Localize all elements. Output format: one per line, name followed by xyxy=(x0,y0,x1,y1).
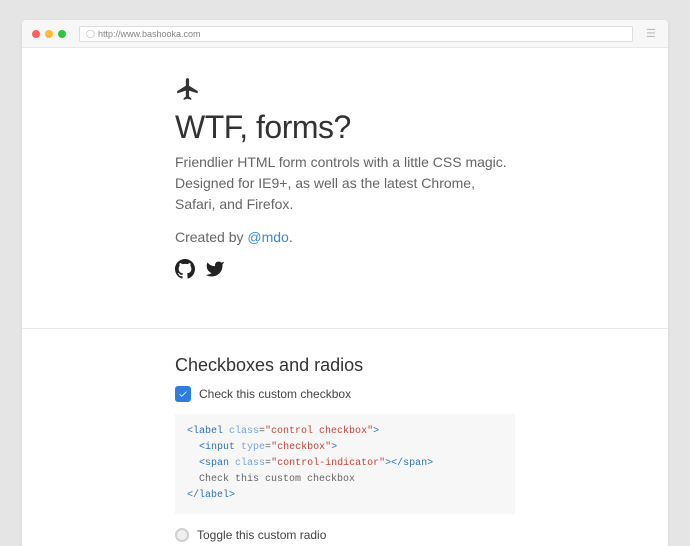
page-content: WTF, forms? Friendlier HTML form control… xyxy=(22,48,668,546)
created-by: Created by @mdo. xyxy=(175,229,515,245)
globe-icon: ◯ xyxy=(86,29,95,38)
section-heading: Checkboxes and radios xyxy=(175,355,515,376)
code-snippet: <label class="control checkbox"> <input … xyxy=(175,414,515,514)
author-link[interactable]: @mdo xyxy=(247,229,288,245)
radio-indicator xyxy=(175,528,189,542)
custom-radio[interactable]: Toggle this custom radio xyxy=(175,528,515,542)
traffic-lights xyxy=(32,30,66,38)
browser-frame: ◯ http://www.bashooka.com ☰ WTF, forms? … xyxy=(22,20,668,546)
checkbox-label: Check this custom checkbox xyxy=(199,387,351,401)
page-lead: Friendlier HTML form controls with a lit… xyxy=(175,152,515,215)
page-title: WTF, forms? xyxy=(175,109,515,146)
close-window-icon[interactable] xyxy=(32,30,40,38)
address-bar[interactable]: ◯ http://www.bashooka.com xyxy=(79,26,633,42)
minimize-window-icon[interactable] xyxy=(45,30,53,38)
twitter-icon[interactable] xyxy=(205,259,225,284)
radio-label: Toggle this custom radio xyxy=(197,528,326,542)
menu-icon[interactable]: ☰ xyxy=(646,27,658,40)
checkbox-indicator xyxy=(175,386,191,402)
social-links xyxy=(175,259,515,284)
custom-checkbox[interactable]: Check this custom checkbox xyxy=(175,386,515,402)
plane-icon xyxy=(175,76,515,107)
maximize-window-icon[interactable] xyxy=(58,30,66,38)
url-text: http://www.bashooka.com xyxy=(98,29,201,39)
github-icon[interactable] xyxy=(175,259,195,284)
browser-chrome: ◯ http://www.bashooka.com ☰ xyxy=(22,20,668,48)
